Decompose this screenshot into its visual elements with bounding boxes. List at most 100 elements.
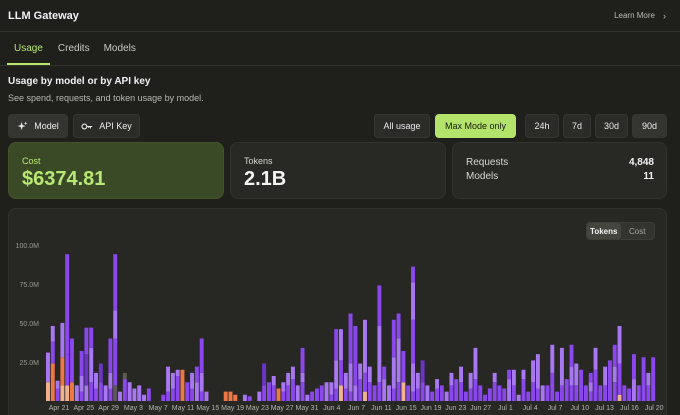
range-90d-button[interactable]: 90d: [632, 114, 667, 138]
bar-segment: [411, 391, 415, 401]
bar-segment: [300, 372, 305, 383]
group-by-model-label: Model: [34, 121, 59, 131]
bar-segment: [74, 385, 79, 401]
bar-segment: [588, 391, 593, 401]
models-label: Models: [466, 171, 499, 182]
bar-segment: [204, 391, 209, 401]
bar-segment: [60, 322, 65, 358]
bar-segment: [483, 394, 488, 401]
bar-segment: [166, 391, 171, 401]
bar-segment: [607, 360, 612, 401]
bar-segment: [478, 385, 483, 401]
bar-segment: [430, 391, 435, 401]
bar-segment: [223, 391, 228, 401]
bar-segment: [459, 366, 464, 383]
bar-segment: [281, 391, 286, 401]
x-tick-label: Jul 20: [645, 405, 664, 412]
bar-segment: [55, 388, 60, 401]
bar-segment: [641, 357, 646, 401]
bar-segment: [363, 372, 367, 392]
bar-segment: [286, 385, 291, 401]
all-usage-label: All usage: [383, 121, 421, 131]
bar-segment: [122, 379, 127, 401]
bar-segment: [334, 329, 339, 361]
bar-segment: [531, 360, 536, 383]
all-usage-button[interactable]: All usage: [374, 114, 430, 138]
cost-label: Cost: [22, 156, 41, 166]
max-mode-only-button[interactable]: Max Mode only: [435, 114, 516, 138]
bar-segment: [170, 388, 175, 401]
bar-segment: [343, 388, 348, 401]
bar-segment: [521, 369, 526, 380]
bar-segment: [473, 379, 478, 401]
bar-segment: [108, 372, 113, 389]
requests-value: 4,848: [628, 157, 654, 168]
bar-segment: [118, 391, 122, 401]
bar-segment: [271, 385, 276, 401]
bar-segment: [526, 391, 531, 401]
bar-segment: [50, 341, 55, 364]
range-24h-button[interactable]: 24h: [525, 114, 559, 138]
bar-segment: [79, 391, 84, 401]
section-subtitle: See spend, requests, and token usage by …: [8, 93, 204, 103]
bar-segment: [569, 344, 574, 367]
bar-segment: [377, 285, 382, 327]
bar-segment: [358, 379, 363, 401]
tokens-card: Tokens 2.1B: [230, 142, 446, 199]
bar-segment: [94, 388, 98, 401]
bar-segment: [391, 388, 396, 401]
group-by-model-button[interactable]: Model: [8, 114, 68, 138]
tab-usage[interactable]: Usage: [7, 43, 50, 65]
group-by-api-key-button[interactable]: API Key: [73, 114, 140, 138]
tab-models[interactable]: Models: [104, 43, 136, 65]
bar-segment: [46, 382, 50, 401]
bar-segment: [334, 388, 339, 401]
x-tick-label: Apr 25: [73, 405, 94, 412]
bar-segment: [612, 366, 617, 383]
bar-segment: [425, 385, 430, 401]
bar-segment: [190, 388, 195, 401]
bar-segment: [65, 385, 70, 401]
bar-segment: [199, 372, 204, 392]
bar-segment: [377, 382, 382, 401]
bar-segment: [257, 391, 262, 401]
bar-segment: [276, 388, 281, 401]
bar-segment: [631, 354, 636, 380]
bar-segment: [286, 372, 291, 386]
range-7d-button[interactable]: 7d: [563, 114, 591, 138]
bar-segment: [79, 351, 84, 377]
bar-segment: [579, 369, 584, 401]
bar-segment: [550, 344, 555, 373]
bar-segment: [262, 363, 267, 386]
bar-segment: [396, 382, 401, 401]
range-30d-button[interactable]: 30d: [595, 114, 628, 138]
app-title: LLM Gateway: [8, 9, 79, 22]
x-tick-label: Jun 15: [396, 405, 417, 412]
x-tick-label: May 31: [296, 405, 319, 412]
bar-segment: [444, 391, 449, 401]
bar-segment: [593, 369, 598, 401]
bar-segment: [113, 338, 118, 386]
bar-segment: [314, 388, 319, 401]
x-tick-label: May 15: [196, 405, 219, 412]
x-tick-label: May 7: [149, 405, 168, 412]
bar-segment: [228, 391, 233, 401]
bar-segment: [612, 382, 617, 401]
x-tick-label: Jun 7: [348, 405, 365, 412]
bar-segment: [199, 338, 204, 373]
bar-segment: [300, 382, 305, 401]
bar-segment: [50, 363, 55, 401]
bar-segment: [463, 391, 468, 401]
bar-segment: [415, 372, 420, 389]
bar-segment: [338, 360, 343, 386]
y-tick-label: 50.0M: [20, 321, 40, 328]
learn-more-link[interactable]: Learn More ›: [614, 11, 666, 21]
bar-segment: [348, 363, 353, 392]
bar-segment: [411, 319, 415, 364]
key-icon: [81, 123, 93, 129]
bar-segment: [391, 319, 396, 358]
bar-segment: [194, 366, 199, 383]
tab-credits[interactable]: Credits: [58, 43, 90, 65]
x-tick-label: Jun 23: [445, 405, 466, 412]
bar-segment: [459, 382, 464, 401]
